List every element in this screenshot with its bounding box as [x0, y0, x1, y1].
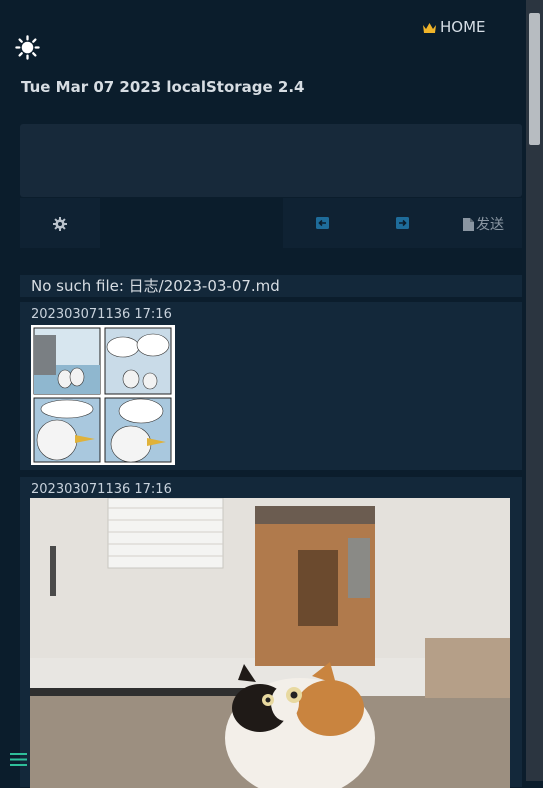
menu-icon[interactable]: [10, 752, 27, 767]
crown-icon: [423, 22, 436, 33]
cat-photo-image[interactable]: [30, 498, 510, 788]
settings-button[interactable]: [20, 198, 100, 248]
scrollbar[interactable]: [526, 0, 543, 781]
entry-timestamp: 202303071136 17:16: [31, 482, 172, 497]
arrow-right-icon[interactable]: [396, 217, 409, 229]
send-button[interactable]: 发送: [463, 214, 504, 234]
comic-strip-image[interactable]: [31, 325, 175, 465]
entry-card: 202303071136 17:16: [20, 302, 522, 470]
toolbar: 发送: [20, 198, 522, 248]
home-link[interactable]: HOME: [422, 18, 486, 36]
scrollbar-thumb[interactable]: [529, 13, 540, 145]
file-notice: No such file: 日志/2023-03-07.md: [20, 275, 522, 297]
arrow-left-icon[interactable]: [316, 217, 329, 229]
date-storage-label: Tue Mar 07 2023 localStorage 2.4: [21, 78, 305, 96]
home-label: HOME: [440, 18, 486, 36]
note-editor[interactable]: [20, 124, 522, 197]
gear-icon: [53, 217, 67, 231]
entry-card: 202303071136 17:16: [20, 477, 522, 788]
send-label: 发送: [476, 217, 504, 233]
entry-timestamp: 202303071136 17:16: [31, 307, 172, 322]
sun-icon[interactable]: [15, 35, 40, 60]
document-icon: [463, 217, 474, 231]
